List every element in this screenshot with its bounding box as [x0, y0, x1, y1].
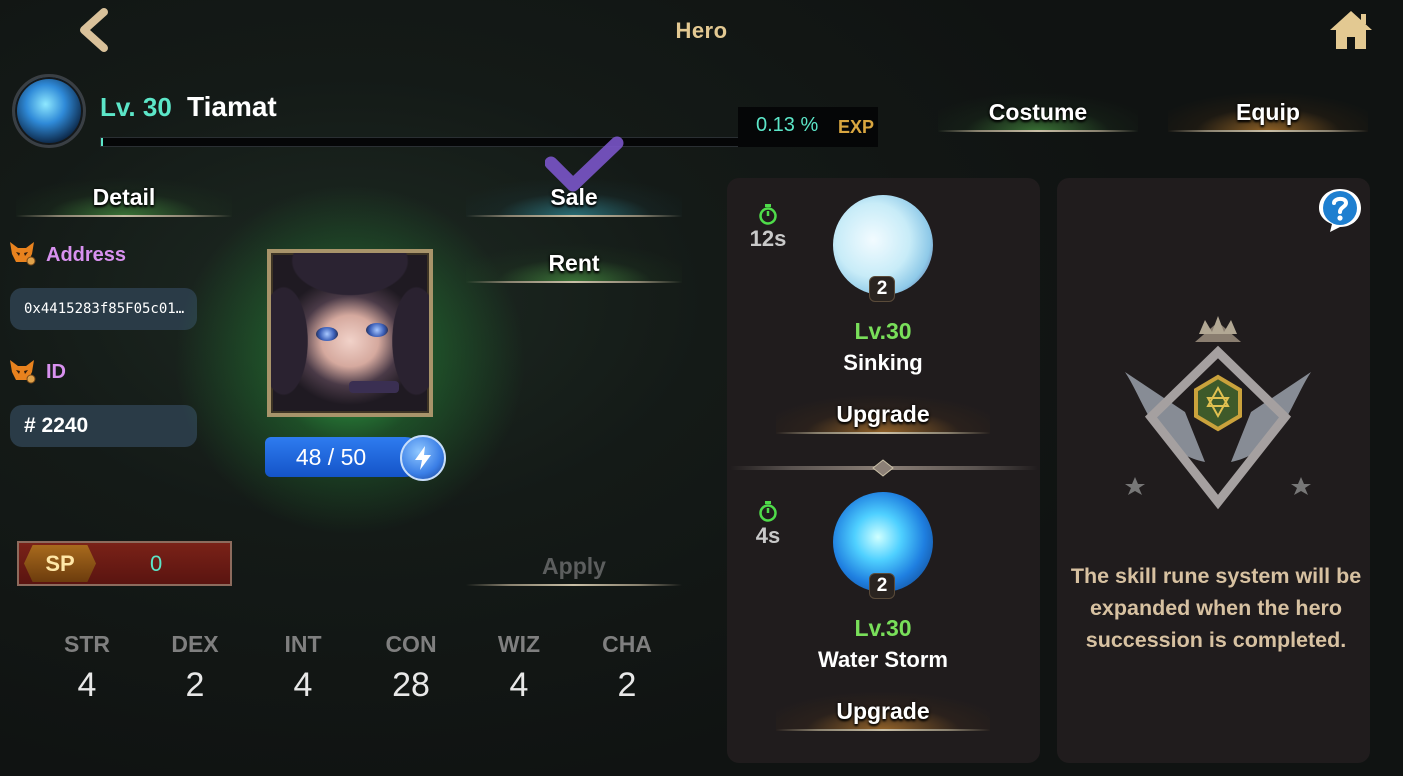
metamask-fox-icon — [10, 242, 36, 266]
lightning-icon — [415, 446, 431, 470]
address-label-row — [8, 240, 36, 271]
address-label: Address — [46, 244, 127, 266]
page-title: Hero — [675, 18, 728, 43]
stat-name: CON — [385, 631, 437, 657]
portrait-eye-left — [316, 327, 338, 341]
stat-value: 4 — [293, 666, 313, 704]
exp-label: EXP — [838, 117, 875, 137]
exp-bar-fill — [101, 138, 103, 146]
skill-rank-badge: 2 — [869, 573, 895, 599]
home-button[interactable] — [1328, 8, 1374, 52]
apply-button[interactable]: Apply — [466, 546, 682, 586]
skill-name: Sinking — [843, 350, 923, 375]
stat-name: INT — [284, 631, 322, 657]
help-button[interactable] — [1316, 186, 1364, 234]
skill-name: Water Storm — [818, 647, 948, 672]
portrait-eye-right — [366, 323, 388, 337]
stat-name: WIZ — [497, 631, 541, 657]
exp-percent: 0.13 % — [756, 114, 819, 136]
upgrade-button[interactable]: Upgrade — [776, 691, 990, 731]
costume-tab[interactable]: Costume — [938, 92, 1138, 132]
upgrade-button[interactable]: Upgrade — [776, 394, 990, 434]
home-icon — [1330, 11, 1372, 49]
skill-level: Lv.30 — [854, 318, 912, 344]
stat-value: 4 — [77, 666, 97, 704]
energy-text: 48 / 50 — [295, 443, 367, 470]
stat-value: 2 — [185, 666, 205, 704]
divider-gem-icon — [872, 459, 894, 477]
hero-name: Tiamat — [187, 91, 277, 122]
hero-portrait[interactable] — [267, 249, 433, 417]
sp-label: SP — [24, 545, 96, 582]
hero-level: Lv. 30 — [100, 92, 172, 122]
skill-cooldown: 4s — [755, 523, 781, 548]
portrait-choker — [349, 381, 399, 393]
rent-tab[interactable]: Rent — [466, 243, 682, 283]
stopwatch-icon — [759, 501, 777, 522]
metamask-fox-icon — [10, 360, 36, 384]
equip-tab[interactable]: Equip — [1168, 92, 1368, 132]
energy-refill-button[interactable] — [400, 435, 446, 481]
stat-value: 2 — [617, 666, 637, 704]
checkmark-icon — [545, 136, 624, 192]
stopwatch-icon — [759, 204, 777, 225]
id-label-row — [8, 358, 36, 389]
stat-name: CHA — [602, 631, 652, 657]
hero-avatar[interactable] — [12, 74, 86, 148]
skill-cooldown: 12s — [749, 226, 787, 251]
stat-name: DEX — [171, 631, 219, 657]
id-label: ID — [46, 361, 66, 383]
stat-value: 28 — [392, 666, 430, 704]
rune-emblem-icon — [1125, 316, 1311, 510]
stat-value: 4 — [509, 666, 529, 704]
question-icon — [1319, 189, 1361, 232]
sp-value: 0 — [150, 551, 163, 576]
rune-message: The skill rune system will be expanded w… — [1070, 564, 1362, 652]
skill-rank-badge: 2 — [869, 276, 895, 302]
skill-level: Lv.30 — [854, 615, 912, 641]
stat-name: STR — [64, 631, 110, 657]
